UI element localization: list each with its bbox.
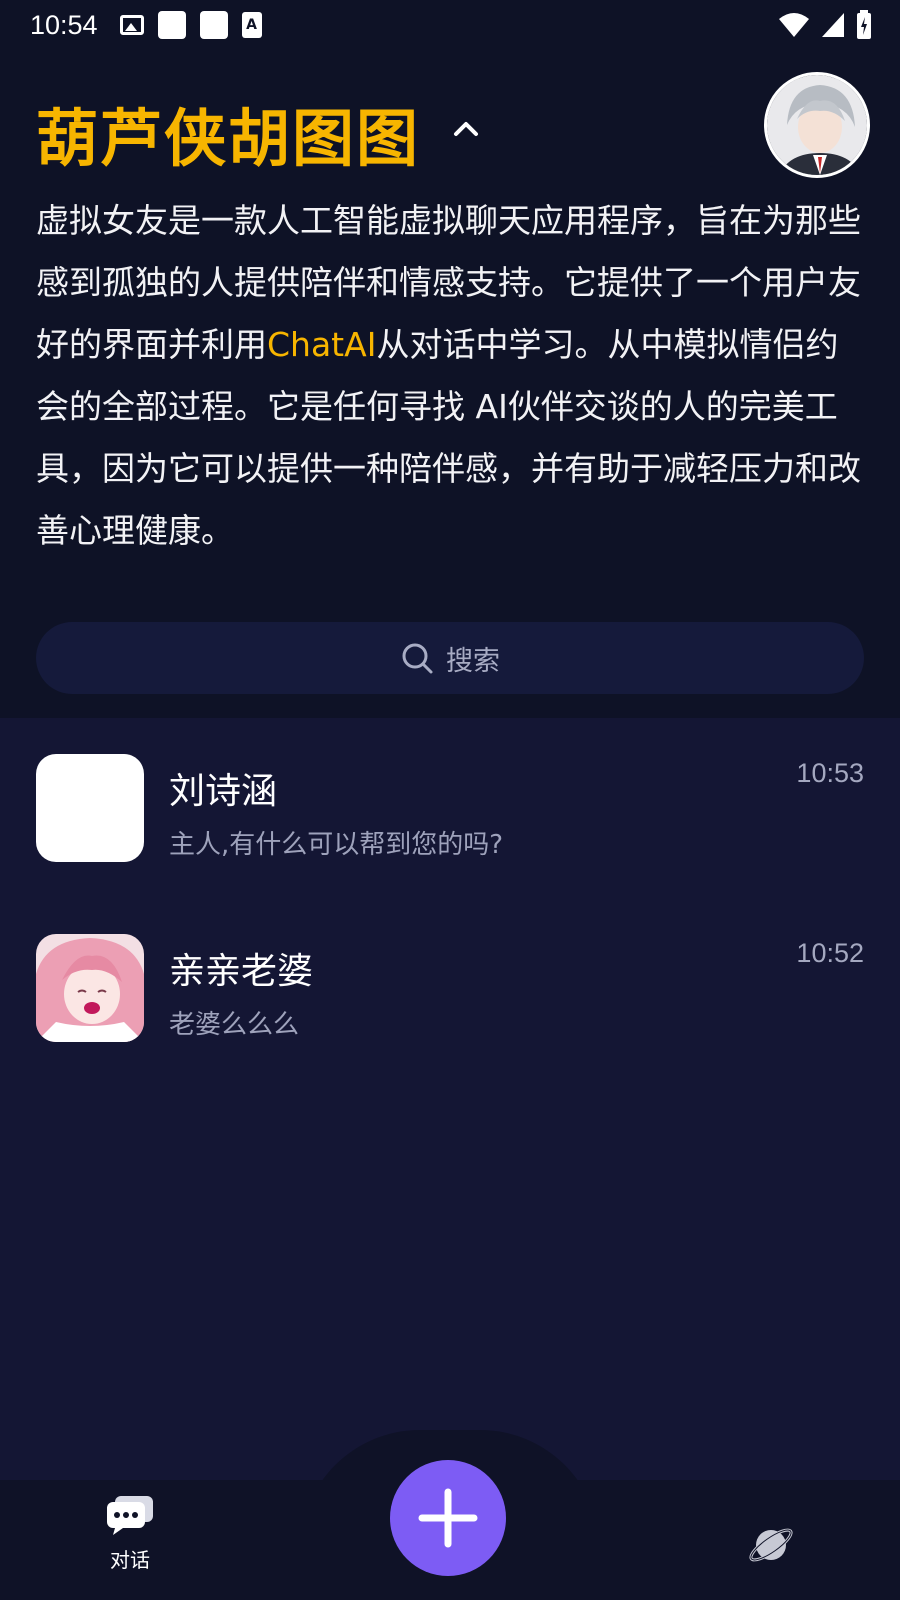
- battery-icon: [857, 10, 871, 39]
- chat-avatar: [36, 754, 144, 862]
- status-time: 10:54: [30, 9, 98, 40]
- chat-time: 10:52: [796, 938, 864, 968]
- app-notification-icon: [157, 11, 186, 39]
- description-highlight: ChatAI: [267, 325, 377, 364]
- app-description: 虚拟女友是一款人工智能虚拟聊天应用程序，旨在为那些感到孤独的人提供陪伴和情感支持…: [36, 190, 866, 562]
- nav-tab-label: 对话: [110, 1548, 150, 1572]
- notification-icons: A: [119, 11, 262, 39]
- chat-item[interactable]: 刘诗涵 主人,有什么可以帮到您的吗? 10:53: [36, 754, 864, 864]
- status-bar: 10:54 A: [0, 0, 900, 50]
- chat-name: 刘诗涵: [169, 771, 278, 812]
- nav-tab-discover[interactable]: [746, 1520, 796, 1570]
- avatar-illustration: [36, 934, 144, 1042]
- plus-icon: [418, 1488, 478, 1548]
- text-notification-icon: A: [241, 12, 262, 38]
- chat-time: 10:53: [796, 758, 864, 788]
- collapse-button[interactable]: [446, 108, 486, 148]
- chat-name: 亲亲老婆: [169, 951, 314, 992]
- search-placeholder: 搜索: [446, 645, 500, 677]
- chat-avatar: [36, 934, 144, 1042]
- app-notification-icon: [199, 11, 228, 39]
- chat-bubbles-icon: [107, 1496, 153, 1535]
- add-button[interactable]: [390, 1460, 506, 1576]
- chat-list: 刘诗涵 主人,有什么可以帮到您的吗? 10:53 亲亲老婆 老婆么么么 10:5…: [0, 718, 900, 1480]
- image-notification-icon: [119, 15, 144, 35]
- signal-icon: [822, 13, 844, 37]
- avatar-illustration: [767, 75, 867, 175]
- chat-last-message: 老婆么么么: [169, 1010, 300, 1040]
- search-icon: [402, 643, 433, 674]
- nav-tab-chat[interactable]: 对话: [100, 1494, 160, 1573]
- search-input[interactable]: 搜索: [36, 622, 864, 694]
- wifi-icon: [779, 13, 809, 37]
- chevron-up-icon: [454, 122, 478, 136]
- user-avatar[interactable]: [764, 72, 870, 178]
- app-title: 葫芦侠胡图图: [36, 102, 421, 175]
- planet-icon: [749, 1528, 793, 1562]
- header: 葫芦侠胡图图: [36, 72, 870, 190]
- chat-item[interactable]: 亲亲老婆 老婆么么么 10:52: [36, 934, 864, 1044]
- system-icons: [778, 10, 872, 40]
- chat-last-message: 主人,有什么可以帮到您的吗?: [169, 830, 504, 860]
